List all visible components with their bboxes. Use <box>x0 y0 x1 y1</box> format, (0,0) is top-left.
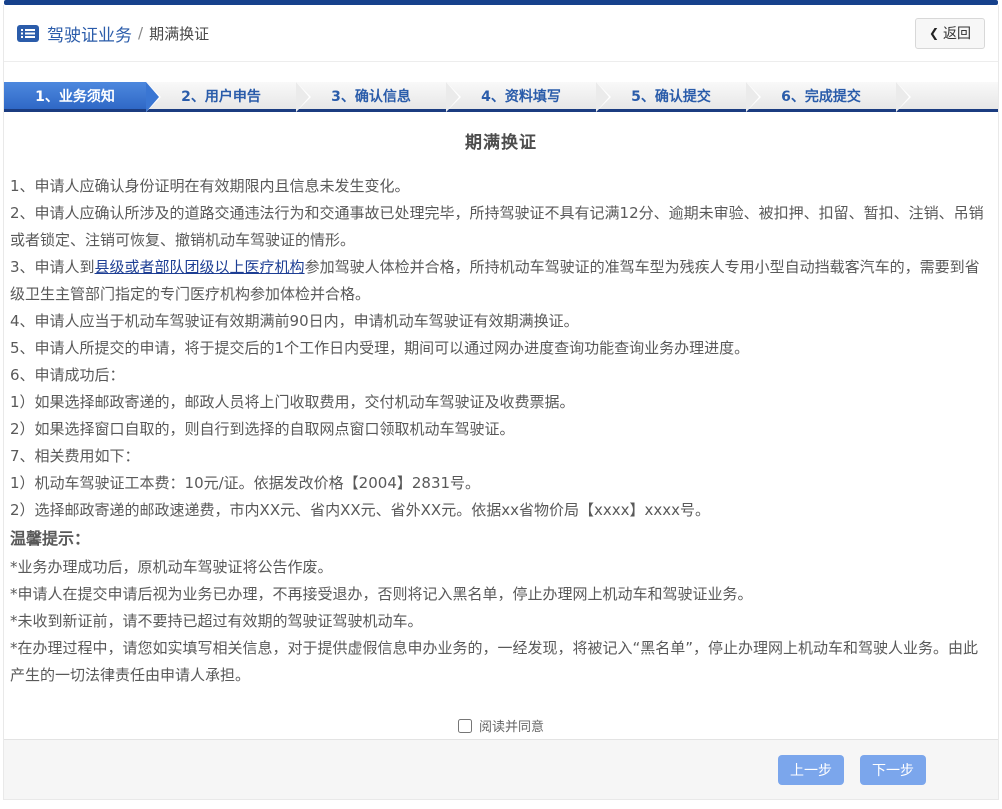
steps-bar: 1、业务须知 2、用户申告 3、确认信息 4、资料填写 5、确认提交 6、完成提… <box>4 82 998 112</box>
notice-line-3: 3、申请人到县级或者部队团级以上医疗机构参加驾驶人体检并合格，所持机动车驾驶证的… <box>10 254 992 308</box>
notice-line-2: 2、申请人应确认所涉及的道路交通违法行为和交通事故已处理完毕，所持驾驶证不具有记… <box>10 204 984 249</box>
notice-line-4: 4、申请人应当于机动车驾驶证有效期满前90日内，申请机动车驾驶证有效期满换证。 <box>10 312 579 330</box>
step-tab-user-declaration[interactable]: 2、用户申告 <box>146 82 311 112</box>
step-tab-complete-submit[interactable]: 6、完成提交 <box>746 82 911 112</box>
page-frame: 驾驶证业务 / 期满换证 ❮ 返回 1、业务须知 2、用户申告 3、确认信息 4… <box>3 5 999 800</box>
next-step-button[interactable]: 下一步 <box>860 754 926 785</box>
notice-line-7-item-2: 2）选择邮政寄递的邮政速递费，市内XX元、省内XX元、省外XX元。依据xx省物价… <box>10 501 710 519</box>
notice-line-6: 6、申请成功后： <box>10 366 125 384</box>
steps-filler <box>896 82 998 109</box>
tip-line-1: *业务办理成功后，原机动车驾驶证将公告作废。 <box>10 558 333 576</box>
header: 驾驶证业务 / 期满换证 ❮ 返回 <box>4 5 998 62</box>
page: 驾驶证业务 / 期满换证 ❮ 返回 1、业务须知 2、用户申告 3、确认信息 4… <box>0 0 1002 809</box>
notice-line-7: 7、相关费用如下： <box>10 447 140 465</box>
back-button[interactable]: ❮ 返回 <box>914 17 985 49</box>
list-icon <box>17 24 39 42</box>
notice-line-1: 1、申请人应确认身份证明在有效期限内且信息未发生变化。 <box>10 177 410 195</box>
agree-checkbox[interactable] <box>457 718 472 733</box>
agree-label: 阅读并同意 <box>478 720 544 735</box>
step-tab-fill-materials[interactable]: 4、资料填写 <box>446 82 611 112</box>
notice-line-6-item-1: 1）如果选择邮政寄递的，邮政人员将上门收取费用，交付机动车驾驶证及收费票据。 <box>10 393 575 411</box>
back-button-label: 返回 <box>943 26 971 42</box>
notice-line-7-item-1: 1）机动车驾驶证工本费：10元/证。依据发改价格【2004】2831号。 <box>10 474 481 492</box>
tip-line-3: *未收到新证前，请不要持已超过有效期的驾驶证驾驶机动车。 <box>10 612 423 630</box>
agree-row: 阅读并同意 <box>4 706 998 739</box>
tips-heading: 温馨提示： <box>10 529 91 548</box>
page-title: 期满换证 <box>465 133 537 153</box>
medical-institution-link[interactable]: 县级或者部队团级以上医疗机构 <box>95 258 305 276</box>
chevron-left-icon: ❮ <box>928 26 939 40</box>
tip-line-4: *在办理过程中，请您如实填写相关信息，对于提供虚假信息申办业务的，一经发现，将被… <box>10 639 979 684</box>
notice-line-6-item-2: 2）如果选择窗口自取的，则自行到选择的自取网点窗口领取机动车驾驶证。 <box>10 420 515 438</box>
tip-line-2: *申请人在提交申请后视为业务已办理，不再接受退办，否则将记入黑名单，停止办理网上… <box>10 585 753 603</box>
step-tab-confirm-submit[interactable]: 5、确认提交 <box>596 82 761 112</box>
step-tab-confirm-info[interactable]: 3、确认信息 <box>296 82 461 112</box>
breadcrumb-separator: / <box>138 24 144 42</box>
breadcrumb-current: 期满换证 <box>149 24 210 43</box>
breadcrumb-section: 驾驶证业务 <box>47 25 132 46</box>
previous-step-button[interactable]: 上一步 <box>778 754 844 785</box>
notice-line-3-prefix: 3、申请人到 <box>10 258 95 276</box>
step-tab-business-notice[interactable]: 1、业务须知 <box>4 82 161 112</box>
notice-content: 期满换证 1、申请人应确认身份证明在有效期限内且信息未发生变化。 2、申请人应确… <box>4 112 998 706</box>
footer-actions: 上一步 下一步 <box>4 739 998 799</box>
notice-line-5: 5、申请人所提交的申请，将于提交后的1个工作日内受理，期间可以通过网办进度查询功… <box>10 339 750 357</box>
